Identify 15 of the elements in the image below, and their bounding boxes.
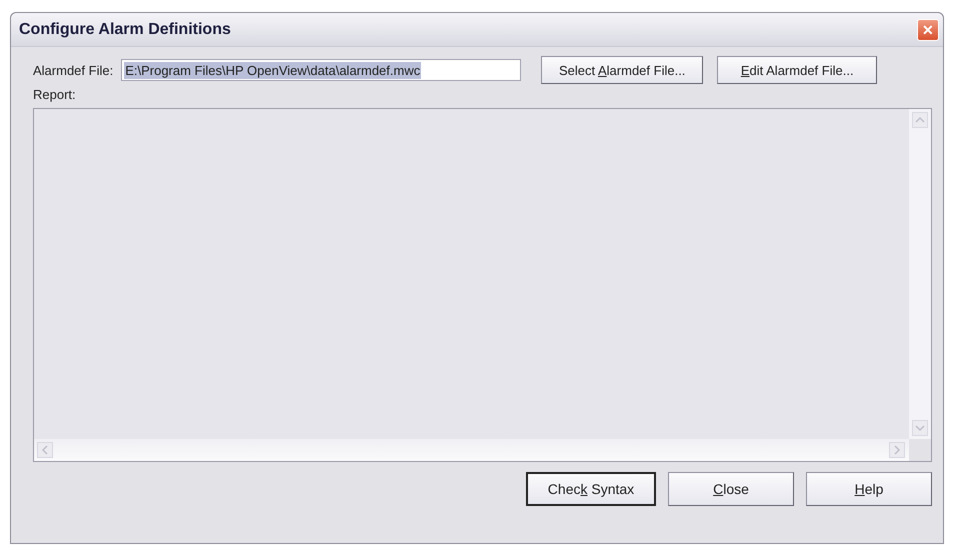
- dialog-button[interactable]: Close: [668, 472, 794, 506]
- horizontal-scrollbar[interactable]: [34, 439, 931, 461]
- scroll-right-icon[interactable]: [889, 442, 905, 458]
- file-button[interactable]: Edit Alarmdef File...: [717, 56, 878, 84]
- dialog-button[interactable]: Help: [806, 472, 932, 506]
- dialog-button[interactable]: Check Syntax: [526, 472, 656, 506]
- scroll-down-icon[interactable]: [912, 420, 928, 436]
- file-button[interactable]: Select Alarmdef File...: [541, 56, 704, 84]
- report-label: Report:: [33, 87, 77, 102]
- file-path-field[interactable]: E:\Program Files\HP OpenView\data\alarmdef.mwc: [121, 59, 522, 81]
- scroll-up-icon[interactable]: [912, 112, 928, 128]
- window-title: Configure Alarm Definitions: [19, 20, 231, 38]
- vertical-scrollbar[interactable]: [909, 109, 931, 439]
- scroll-left-icon[interactable]: [37, 442, 53, 458]
- field-label: Alarmdef File:: [33, 62, 114, 78]
